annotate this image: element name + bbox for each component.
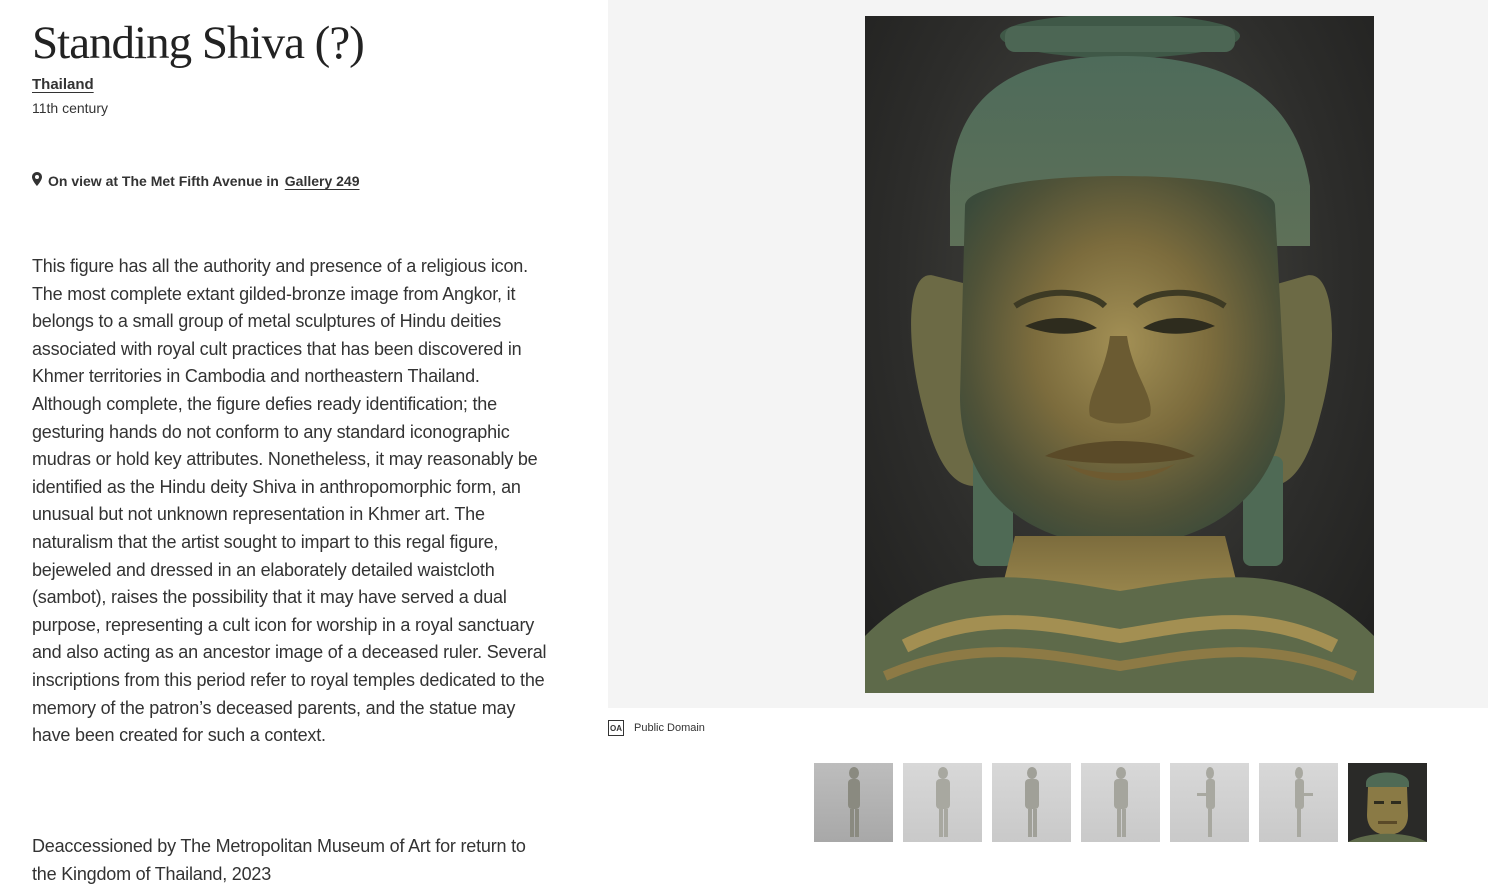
object-info: Standing Shiva (?) Thailand 11th century… (32, 0, 562, 884)
thumbnail-5[interactable] (1170, 763, 1249, 842)
on-view-text: On view at The Met Fifth Avenue in (48, 172, 279, 189)
thumbnail-6[interactable] (1259, 763, 1338, 842)
object-date: 11th century (32, 100, 109, 116)
image-viewer[interactable] (608, 0, 1488, 708)
on-view-location: On view at The Met Fifth Avenue in Galle… (32, 172, 360, 189)
page-title: Standing Shiva (?) (32, 17, 365, 69)
thumbnail-4[interactable] (1081, 763, 1160, 842)
license-label: Public Domain (634, 722, 705, 734)
thumbnail-7[interactable] (1348, 763, 1427, 842)
thumbnail-3[interactable] (992, 763, 1071, 842)
culture-link[interactable]: Thailand (32, 76, 94, 93)
license-info: OA Public Domain (608, 720, 705, 736)
gallery-link[interactable]: Gallery 249 (285, 173, 360, 189)
thumbnail-1[interactable] (814, 763, 893, 842)
main-artwork-image[interactable] (865, 16, 1374, 693)
thumbnail-strip (814, 763, 1427, 842)
location-pin-icon (32, 172, 42, 189)
standing-figure-icon (848, 767, 860, 837)
object-description: This figure has all the authority and pr… (32, 256, 547, 746)
open-access-icon: OA (608, 720, 624, 736)
thumbnail-2[interactable] (903, 763, 982, 842)
